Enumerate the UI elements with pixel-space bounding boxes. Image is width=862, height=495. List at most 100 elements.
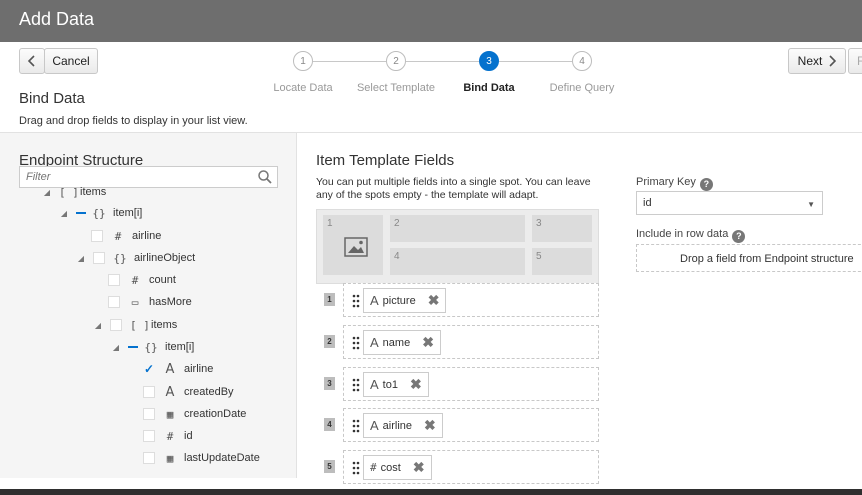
- array-icon: [ ]: [59, 185, 79, 199]
- collapse-arrow-icon[interactable]: ◢: [93, 321, 103, 330]
- drag-handle-icon[interactable]: [352, 294, 360, 308]
- cancel-button[interactable]: Cancel: [44, 48, 98, 74]
- tree-item-label: airline: [184, 363, 214, 375]
- endpoint-structure-panel: Endpoint Structure ◢ [ ] items ◢ {} item…: [0, 133, 297, 478]
- row-data-drop-zone[interactable]: Drop a field from Endpoint structure: [636, 244, 862, 272]
- step-4-label: Define Query: [549, 82, 615, 94]
- remove-icon[interactable]: ✖: [424, 417, 436, 434]
- step-2-label: Select Template: [356, 82, 436, 94]
- bottom-bar: [0, 489, 862, 495]
- field-drop-row[interactable]: # cost ✖: [343, 450, 599, 484]
- step-4-circle[interactable]: 4: [572, 51, 592, 71]
- drag-handle-icon[interactable]: [352, 419, 360, 433]
- tree-checkbox[interactable]: [108, 296, 120, 308]
- tree-checkbox[interactable]: [143, 452, 155, 464]
- help-icon[interactable]: ?: [732, 230, 746, 243]
- number-icon: #: [114, 229, 122, 243]
- field-drop-row[interactable]: A airline ✖: [343, 408, 599, 442]
- number-icon: #: [370, 461, 377, 474]
- tree-checkbox[interactable]: [91, 230, 103, 242]
- text-icon: A: [370, 418, 379, 433]
- field-chip[interactable]: A airline ✖: [363, 413, 443, 438]
- collapse-arrow-icon[interactable]: ◢: [59, 209, 69, 218]
- object-icon: {}: [144, 340, 158, 354]
- field-drop-row[interactable]: A to1 ✖: [343, 367, 599, 401]
- tree-item[interactable]: ◢ [ ] items: [93, 316, 177, 334]
- tree-item[interactable]: ▦ lastUpdateDate: [143, 449, 260, 467]
- field-chip[interactable]: A picture ✖: [363, 288, 447, 313]
- remove-icon[interactable]: ✖: [413, 459, 425, 476]
- section-title: Bind Data: [19, 90, 85, 107]
- field-chip[interactable]: A name ✖: [363, 330, 441, 355]
- tree-item[interactable]: # id: [143, 427, 193, 445]
- tree-checkbox[interactable]: [143, 430, 155, 442]
- tree-item[interactable]: ◢ {} item[i]: [59, 204, 142, 222]
- tree-item-label: items: [151, 319, 178, 331]
- tree-item[interactable]: A createdBy: [143, 383, 234, 401]
- back-button[interactable]: [19, 48, 45, 74]
- tree-item[interactable]: ◢ [ ] items: [42, 183, 106, 201]
- title-bar: Add Data: [0, 0, 862, 42]
- help-icon[interactable]: ?: [699, 178, 713, 191]
- chevron-down-icon: ▼: [807, 200, 815, 209]
- collapse-arrow-icon[interactable]: ◢: [42, 188, 52, 197]
- tree-item-label: hasMore: [149, 296, 192, 308]
- chevron-right-icon: [829, 55, 837, 67]
- tree-item-label: lastUpdateDate: [184, 452, 260, 464]
- primary-key-value: id: [643, 197, 652, 209]
- collapse-arrow-icon[interactable]: ◢: [76, 254, 86, 263]
- drag-handle-icon[interactable]: [352, 336, 360, 350]
- tree-item[interactable]: # count: [108, 271, 176, 289]
- tree-item-label: id: [184, 430, 193, 442]
- field-number-badge: 3: [324, 377, 335, 390]
- field-chip-label: to1: [382, 378, 398, 391]
- include-row-data-label: Include in row data?: [636, 228, 746, 243]
- finish-button[interactable]: F: [848, 48, 862, 74]
- dialog-title: Add Data: [19, 9, 95, 29]
- drag-handle-icon[interactable]: [352, 461, 360, 475]
- tree-item[interactable]: ▭ hasMore: [108, 293, 192, 311]
- checkmark-icon[interactable]: ✓: [143, 362, 155, 376]
- field-chip-label: cost: [380, 461, 401, 474]
- tree-checkbox[interactable]: [143, 386, 155, 398]
- object-icon: {}: [92, 206, 106, 220]
- partial-select-icon[interactable]: [76, 212, 86, 214]
- field-chip[interactable]: A to1 ✖: [363, 372, 429, 397]
- field-drop-row[interactable]: A name ✖: [343, 325, 599, 359]
- field-drop-row[interactable]: A picture ✖: [343, 283, 599, 317]
- drag-handle-icon[interactable]: [352, 378, 360, 392]
- remove-icon[interactable]: ✖: [428, 292, 440, 309]
- tree-item[interactable]: # airline: [91, 227, 161, 245]
- tree-checkbox[interactable]: [93, 252, 105, 264]
- tree-item[interactable]: ◢ {} item[i]: [111, 338, 194, 356]
- layout-slot-4: 4: [390, 248, 525, 275]
- remove-icon[interactable]: ✖: [422, 334, 434, 351]
- tree-checkbox[interactable]: [108, 274, 120, 286]
- tree-item-label: item[i]: [113, 207, 143, 219]
- step-1-label: Locate Data: [273, 82, 333, 94]
- primary-key-label-text: Primary Key: [636, 176, 696, 188]
- tree-item-label: item[i]: [165, 341, 195, 353]
- boolean-icon: ▭: [131, 295, 139, 309]
- template-fields-title: Item Template Fields: [316, 152, 455, 169]
- layout-slot-3: 3: [532, 215, 592, 242]
- primary-key-label: Primary Key?: [636, 176, 713, 191]
- text-icon: A: [165, 384, 175, 400]
- step-1-circle[interactable]: 1: [293, 51, 313, 71]
- remove-icon[interactable]: ✖: [410, 376, 422, 393]
- partial-select-icon[interactable]: [128, 346, 138, 348]
- tree-item[interactable]: ◢ {} airlineObject: [76, 249, 195, 267]
- step-2-circle[interactable]: 2: [386, 51, 406, 71]
- collapse-arrow-icon[interactable]: ◢: [111, 343, 121, 352]
- tree-checkbox[interactable]: [110, 319, 122, 331]
- search-icon[interactable]: [257, 169, 273, 185]
- next-button[interactable]: Next: [788, 48, 846, 74]
- slot-number: 1: [327, 218, 333, 229]
- tree-item[interactable]: ✓ A airline: [143, 360, 213, 378]
- tree-checkbox[interactable]: [143, 408, 155, 420]
- tree-item[interactable]: ▦ creationDate: [143, 405, 246, 423]
- step-3-circle[interactable]: 3: [479, 51, 499, 71]
- primary-key-select[interactable]: id ▼: [636, 191, 823, 215]
- text-icon: A: [165, 361, 175, 377]
- field-chip[interactable]: # cost ✖: [363, 455, 432, 480]
